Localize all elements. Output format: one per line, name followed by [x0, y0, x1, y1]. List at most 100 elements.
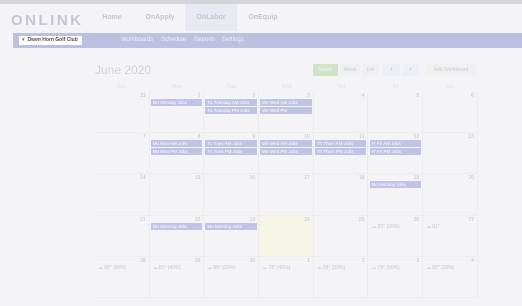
weather-text: 93° (30%)	[377, 223, 400, 230]
calendar-day-cell[interactable]: 26 ☁93° (30%)	[368, 215, 424, 257]
weather-text: 81° (40%)	[158, 264, 181, 271]
calendar-event[interactable]: Mo Morning Jobs	[205, 222, 258, 230]
sub-nav-bar: ▾ Dawn Horn Golf Club Workboards Schedule…	[13, 33, 522, 48]
calendar-day-cell[interactable]: 4	[313, 92, 369, 134]
day-number: 4	[361, 93, 365, 99]
weather-forecast: ☁79° (50%)	[372, 265, 400, 271]
list-view-button[interactable]: List	[362, 64, 379, 76]
day-number: 7	[142, 134, 146, 141]
day-number: 27	[468, 216, 474, 223]
calendar-day-cell[interactable]: 15	[149, 174, 205, 216]
calendar-event[interactable]: Tu Tuesday PM Jobs	[205, 107, 258, 114]
day-number: 15	[194, 175, 201, 182]
add-workboard-button[interactable]: Add Workboard	[425, 64, 477, 76]
calendar-event[interactable]: Mo Mon AM Jobs	[150, 140, 203, 148]
calendar-day-cell[interactable]: 12 Fr Fri AM Jobs Fr Fri PM Jobs	[368, 133, 424, 175]
cloud-icon: ☁	[262, 264, 268, 271]
calendar-day-cell[interactable]: 16	[204, 174, 260, 216]
next-month-button[interactable]: ›	[402, 64, 419, 76]
day-number: 24	[304, 216, 310, 223]
calendar-day-cell[interactable]: 10 We Wed AM Jobs We Wed PM Jobs	[259, 133, 314, 175]
calendar-day-cell[interactable]: 1 Mo Monday Jobs	[149, 92, 205, 134]
day-number: 3	[416, 257, 420, 264]
calendar-event[interactable]: Fr Fri AM Jobs	[369, 140, 422, 148]
calendar-day-cell[interactable]: 18	[313, 174, 369, 216]
sub-link-schedule[interactable]: Schedule	[161, 33, 186, 48]
calendar-day-cell[interactable]: 27 ☁61°	[423, 215, 478, 257]
calendar-day-cell[interactable]: 5	[368, 92, 424, 134]
calendar-event[interactable]: Mo Monday Jobs	[369, 181, 422, 189]
calendar-day-cell[interactable]: 21	[95, 215, 150, 257]
calendar-event[interactable]: Mo Monday Jobs	[150, 99, 203, 106]
chevron-down-icon: ▾	[22, 37, 25, 43]
calendar-day-cell[interactable]: 8 Mo Mon AM Jobs Mo Mon PM Jobs	[149, 133, 205, 175]
calendar-day-cell[interactable]: 17	[259, 174, 314, 216]
calendar-day-cell[interactable]: 30 ☁85° (20%)	[204, 256, 260, 298]
calendar-day-cell[interactable]: 3 We Wed AM Jobs We Wed PM	[259, 92, 314, 134]
calendar-event[interactable]: Mo Morning Jobs	[150, 222, 203, 230]
calendar-event[interactable]: We Wed PM Jobs	[260, 148, 312, 156]
day-number: 14	[140, 175, 146, 182]
calendar-event[interactable]: Tu Tues AM Jobs	[205, 140, 258, 148]
tab-onequip[interactable]: OnEquip	[243, 4, 283, 31]
calendar-event[interactable]: Tu Tues PM Jobs	[205, 148, 258, 156]
club-select[interactable]: ▾ Dawn Horn Golf Club	[19, 36, 82, 45]
tab-home[interactable]: Home	[96, 4, 128, 31]
cloud-icon: ☁	[207, 264, 213, 271]
weather-forecast: ☁61°	[426, 224, 440, 230]
day-number: 6	[471, 93, 474, 99]
calendar-day-cell[interactable]: 1 ☁73° (40%)	[259, 256, 314, 298]
calendar-day-cell[interactable]: 22 Mo Morning Jobs	[149, 215, 205, 257]
calendar-event[interactable]: Th Thurs PM Jobs	[314, 148, 367, 156]
sub-link-settings[interactable]: Settings	[222, 33, 244, 48]
week-view-button[interactable]: Week	[340, 64, 360, 76]
calendar-day-cell[interactable]: 20	[423, 174, 478, 216]
calendar-event[interactable]: We Wed AM Jobs	[260, 140, 312, 148]
calendar-day-cell[interactable]: 11 Th Thurs AM Jobs Th Thurs PM Jobs	[313, 133, 369, 175]
month-view-button[interactable]: Month	[313, 64, 338, 76]
day-number: 4	[471, 257, 474, 264]
weather-text: 58° (20%)	[322, 264, 346, 271]
calendar-event[interactable]: Tu Tuesday AM Jobs	[205, 99, 258, 106]
weekday-header: Tue	[227, 84, 236, 90]
calendar-day-cell[interactable]: 2 ☁58° (20%)	[313, 256, 369, 298]
day-number: 5	[416, 93, 420, 99]
day-number: 1	[307, 257, 310, 264]
calendar-event[interactable]: Mo Mon PM Jobs	[150, 148, 203, 156]
calendar-day-cell[interactable]: 3 ☁79° (50%)	[368, 256, 424, 298]
day-number: 29	[194, 257, 201, 264]
onlink-logo[interactable]: ONLINK	[11, 12, 84, 29]
tab-onapply[interactable]: OnApply	[140, 4, 180, 31]
chevron-right-icon: ›	[409, 66, 412, 73]
calendar-day-cell[interactable]: 14	[95, 174, 150, 216]
calendar-day-cell[interactable]: 2 Tu Tuesday AM Jobs Tu Tuesday PM Jobs	[204, 92, 260, 134]
calendar-day-cell[interactable]: 19 Mo Monday Jobs	[368, 174, 424, 216]
calendar-day-cell[interactable]: 25	[313, 215, 369, 257]
calendar-day-cell[interactable]: 24	[259, 215, 314, 257]
sub-link-reports[interactable]: Reports	[194, 33, 215, 48]
calendar-day-cell[interactable]: 7	[95, 133, 150, 175]
tab-onlabor[interactable]: OnLabor	[185, 4, 237, 31]
calendar-day-cell[interactable]: 23 Mo Morning Jobs	[204, 215, 260, 257]
day-number: 18	[358, 175, 365, 182]
cloud-icon: ☁	[371, 223, 377, 230]
calendar-day-cell[interactable]: 31	[95, 92, 150, 134]
sub-link-workboards[interactable]: Workboards	[121, 33, 153, 48]
calendar-day-cell[interactable]: 6	[423, 92, 478, 134]
calendar-day-cell[interactable]: 29 ☁81° (40%)	[149, 256, 205, 298]
calendar-day-cell[interactable]: 9 Tu Tues AM Jobs Tu Tues PM Jobs	[204, 133, 260, 175]
weekday-header: Thu	[336, 84, 346, 90]
calendar-event[interactable]: We Wed AM Jobs	[260, 99, 312, 106]
weekday-header: Sat	[446, 84, 454, 90]
calendar-event[interactable]: Th Thurs AM Jobs	[314, 140, 367, 148]
calendar-day-cell[interactable]: 13	[423, 133, 478, 175]
calendar-event[interactable]: Fr Fri PM Jobs	[369, 148, 422, 156]
calendar-day-cell[interactable]: 4 ☁83° (30%)	[423, 256, 478, 298]
calendar-event[interactable]: We Wed PM	[260, 107, 312, 114]
calendar-day-cell[interactable]: 28 ☁90° (60%)	[95, 256, 150, 298]
weather-forecast: ☁58° (20%)	[317, 265, 345, 271]
cloud-icon: ☁	[426, 264, 432, 271]
prev-month-button[interactable]: ‹	[383, 64, 400, 76]
weather-forecast: ☁81° (40%)	[153, 265, 181, 271]
cloud-icon: ☁	[371, 264, 377, 271]
